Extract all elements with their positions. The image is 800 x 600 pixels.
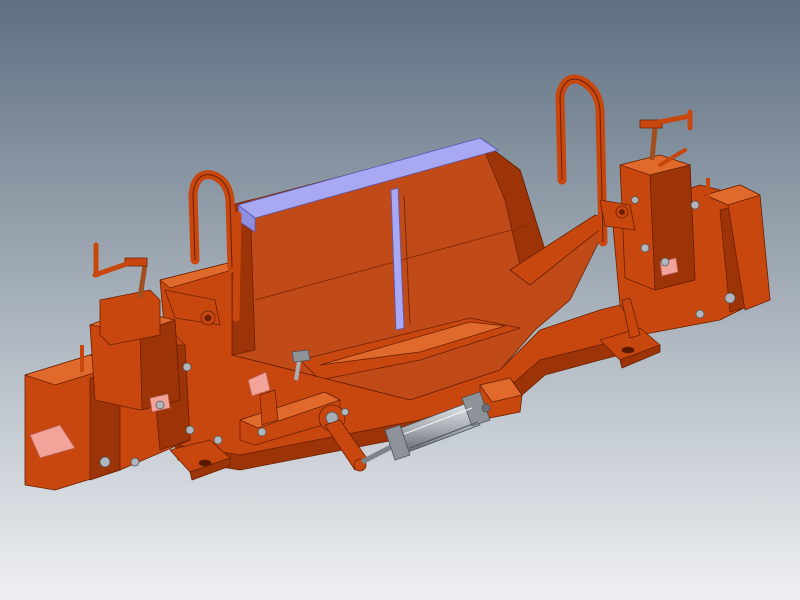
bolt bbox=[660, 257, 670, 267]
cad-viewport[interactable] bbox=[0, 0, 800, 600]
bolt bbox=[695, 309, 705, 319]
bolt bbox=[631, 196, 639, 204]
bolt bbox=[130, 457, 140, 467]
center-tube bbox=[232, 211, 242, 322]
bolt bbox=[182, 362, 192, 372]
model-canvas[interactable] bbox=[0, 0, 800, 600]
bolt bbox=[257, 427, 267, 437]
bolt bbox=[341, 408, 349, 416]
bolt bbox=[724, 292, 736, 304]
bolt bbox=[640, 243, 650, 253]
bolt bbox=[213, 435, 223, 445]
bolt bbox=[155, 400, 165, 410]
bolt bbox=[185, 425, 195, 435]
bolt bbox=[690, 200, 700, 210]
bolt bbox=[99, 456, 111, 468]
